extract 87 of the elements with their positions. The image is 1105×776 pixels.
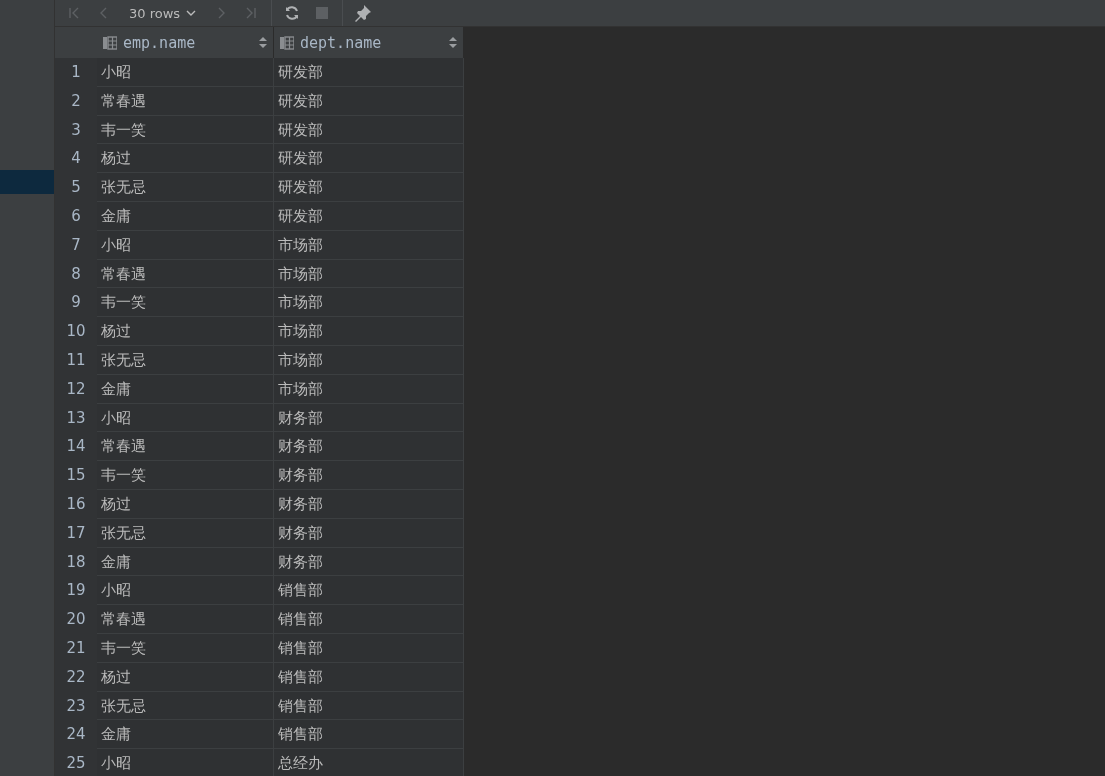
table-cell: 杨过 xyxy=(97,317,274,346)
row-number: 10 xyxy=(55,317,97,346)
row-number: 9 xyxy=(55,288,97,318)
table-cell: 杨过 xyxy=(97,144,274,174)
row-number: 6 xyxy=(55,202,97,231)
caret-icon xyxy=(186,9,197,17)
table-cell: 金庸 xyxy=(97,720,274,750)
row-number: 11 xyxy=(55,345,97,375)
row-number: 1 xyxy=(55,58,97,87)
table-cell: 研发部 xyxy=(274,144,464,174)
table-cell: 销售部 xyxy=(274,605,464,634)
table-cell: 张无忌 xyxy=(97,691,274,721)
refresh-icon xyxy=(284,5,301,21)
row-number: 23 xyxy=(55,691,97,721)
table-cell: 金庸 xyxy=(97,547,274,577)
row-number: 13 xyxy=(55,403,97,433)
table-cell: 研发部 xyxy=(274,86,464,116)
sort-icon xyxy=(449,37,457,48)
table-cell: 研发部 xyxy=(274,173,464,202)
row-number: 7 xyxy=(55,230,97,260)
table-cell: 销售部 xyxy=(274,720,464,750)
table-cell: 销售部 xyxy=(274,576,464,606)
table-cell: 常春遇 xyxy=(97,86,274,116)
table-cell: 财务部 xyxy=(274,461,464,490)
table-cell: 常春遇 xyxy=(97,605,274,634)
table-cell: 财务部 xyxy=(274,403,464,433)
table-cell: 金庸 xyxy=(97,374,274,404)
table-cell: 韦一笑 xyxy=(97,115,274,145)
first-page-icon xyxy=(67,6,81,20)
table-cell: 张无忌 xyxy=(97,173,274,202)
row-number: 15 xyxy=(55,461,97,490)
table-cell: 研发部 xyxy=(274,115,464,145)
row-number: 4 xyxy=(55,144,97,174)
row-number: 2 xyxy=(55,86,97,116)
table-cell: 张无忌 xyxy=(97,518,274,548)
table-cell: 小昭 xyxy=(97,58,274,87)
table-cell: 财务部 xyxy=(274,489,464,519)
table-cell: 总经办 xyxy=(274,749,464,776)
table-cell: 常春遇 xyxy=(97,259,274,289)
table-cell: 韦一笑 xyxy=(97,633,274,663)
stop-icon xyxy=(315,6,330,20)
table-cell: 市场部 xyxy=(274,374,464,404)
pin-icon xyxy=(354,4,373,22)
row-number: 21 xyxy=(55,633,97,663)
row-number: 22 xyxy=(55,662,97,692)
table-cell: 市场部 xyxy=(274,259,464,289)
row-number: 19 xyxy=(55,576,97,606)
table-cell: 研发部 xyxy=(274,202,464,231)
table-cell: 韦一笑 xyxy=(97,288,274,318)
table-cell: 小昭 xyxy=(97,576,274,606)
row-number: 17 xyxy=(55,518,97,548)
table-cell: 常春遇 xyxy=(97,432,274,462)
sort-icon xyxy=(259,37,267,48)
row-number: 20 xyxy=(55,605,97,634)
table-cell: 销售部 xyxy=(274,691,464,721)
table-cell: 财务部 xyxy=(274,518,464,548)
row-number: 3 xyxy=(55,115,97,145)
row-number: 5 xyxy=(55,173,97,202)
table-cell: 小昭 xyxy=(97,230,274,260)
table-cell: 市场部 xyxy=(274,288,464,318)
table-cell: 杨过 xyxy=(97,662,274,692)
row-number: 12 xyxy=(55,374,97,404)
table-icon xyxy=(103,35,117,50)
table-cell: 张无忌 xyxy=(97,345,274,375)
table-cell: 市场部 xyxy=(274,317,464,346)
row-number: 14 xyxy=(55,432,97,462)
last-page-icon xyxy=(244,6,259,20)
row-number: 8 xyxy=(55,259,97,289)
table-cell: 韦一笑 xyxy=(97,461,274,490)
table-icon xyxy=(280,35,294,50)
table-cell: 销售部 xyxy=(274,662,464,692)
table-cell: 财务部 xyxy=(274,432,464,462)
selected-item-highlight xyxy=(0,170,54,194)
table-cell: 小昭 xyxy=(97,749,274,776)
table-cell: 研发部 xyxy=(274,58,464,87)
row-number: 24 xyxy=(55,720,97,750)
row-number: 18 xyxy=(55,547,97,577)
table-cell: 小昭 xyxy=(97,403,274,433)
row-number: 16 xyxy=(55,489,97,519)
table-cell: 市场部 xyxy=(274,345,464,375)
page-size-dropdown[interactable]: 30 rows xyxy=(121,1,205,25)
table-cell: 市场部 xyxy=(274,230,464,260)
table-cell: 杨过 xyxy=(97,489,274,519)
table-cell: 销售部 xyxy=(274,633,464,663)
table-cell: 财务部 xyxy=(274,547,464,577)
row-number: 25 xyxy=(55,749,97,776)
table-cell: 金庸 xyxy=(97,202,274,231)
